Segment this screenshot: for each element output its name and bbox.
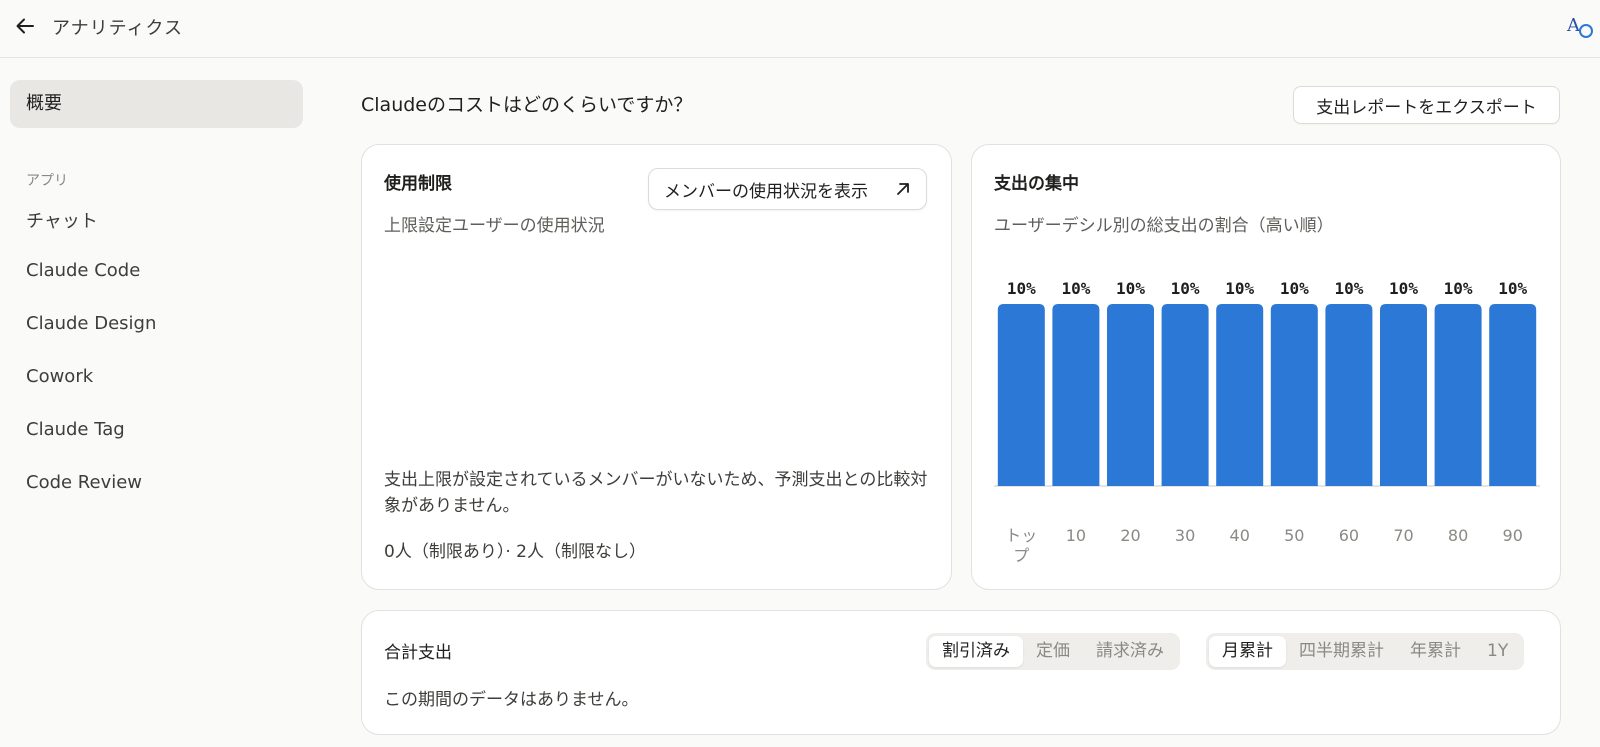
sidebar: 概要 アプリ チャット Claude Code Claude Design Co… xyxy=(0,58,310,747)
sidebar-item-cowork[interactable]: Cowork xyxy=(26,366,93,387)
svg-text:A: A xyxy=(1566,15,1581,36)
section-question: Claudeのコストはどのくらいですか？ xyxy=(361,94,693,116)
chart-bar[interactable] xyxy=(997,304,1045,486)
chart-tick-label: 90 xyxy=(1503,526,1523,545)
chart-tick-label: トップ xyxy=(1005,526,1037,565)
chart-bar[interactable] xyxy=(1161,304,1209,486)
chart-tick-label: 40 xyxy=(1230,526,1250,545)
usage-card-title: 使用制限 xyxy=(384,174,452,194)
view-member-usage-button[interactable]: メンバーの使用状況を表示 xyxy=(648,168,927,210)
total-spend-empty-message: この期間のデータはありません。 xyxy=(384,690,639,710)
period-tab-mtd[interactable]: 月累計 xyxy=(1209,636,1286,667)
chart-tick-label: 70 xyxy=(1393,526,1413,545)
chart-tick-label: 80 xyxy=(1448,526,1468,545)
chart-value-label: 10% xyxy=(1498,279,1527,298)
chart-value-label: 10% xyxy=(1171,279,1200,298)
usage-card-subtitle: 上限設定ユーザーの使用状況 xyxy=(384,216,605,236)
sidebar-item-overview[interactable]: 概要 xyxy=(10,80,303,128)
chart-value-label: 10% xyxy=(1007,279,1036,298)
price-tab-discounted[interactable]: 割引済み xyxy=(929,636,1023,667)
sidebar-item-claude-code[interactable]: Claude Code xyxy=(26,260,140,281)
chart-value-label: 10% xyxy=(1389,279,1418,298)
price-type-toggle: 割引済み 定価 請求済み xyxy=(926,633,1180,670)
period-tab-ytd[interactable]: 年累計 xyxy=(1397,636,1474,667)
chart-bar[interactable] xyxy=(1434,304,1482,486)
chart-value-label: 10% xyxy=(1280,279,1309,298)
chart-bar[interactable] xyxy=(1380,304,1427,486)
top-bar: アナリティクス A xyxy=(0,0,1600,58)
chart-value-label: 10% xyxy=(1444,279,1473,298)
chart-tick-label: 30 xyxy=(1175,526,1195,545)
period-toggle: 月累計 四半期累計 年累計 1Y xyxy=(1206,633,1525,670)
limit-note: 支出上限が設定されているメンバーがいないため、予測支出との比較対象がありません。 xyxy=(384,470,928,516)
chart-tick-label: 20 xyxy=(1120,526,1140,545)
price-tab-list[interactable]: 定価 xyxy=(1023,636,1083,667)
price-tab-billed[interactable]: 請求済み xyxy=(1083,636,1177,667)
chart-tick-label: 10 xyxy=(1066,526,1086,545)
sidebar-item-claude-design[interactable]: Claude Design xyxy=(26,313,156,334)
usage-limit-card: 使用制限 上限設定ユーザーの使用状況 メンバーの使用状況を表示 支出上限が設定さ… xyxy=(361,144,952,590)
chart-tick-label: 50 xyxy=(1284,526,1304,545)
spend-decile-chart: 10% トップ 10% 10 10% 20 10% 30 10% 40 10% 50 10% 60 10% 7… xyxy=(994,279,1540,565)
sidebar-section-label: アプリ xyxy=(26,173,68,189)
sidebar-item-claude-tag[interactable]: Claude Tag xyxy=(26,419,125,440)
chart-value-label: 10% xyxy=(1061,279,1090,298)
period-tab-1y[interactable]: 1Y xyxy=(1474,636,1521,667)
total-spend-card: 合計支出 この期間のデータはありません。 割引済み 定価 請求済み 月累計 四半… xyxy=(361,610,1561,735)
chart-bar[interactable] xyxy=(1216,304,1264,486)
spend-concentration-card: 支出の集中 ユーザーデシル別の総支出の割合（高い順） 10% トップ 10% 10 10… xyxy=(971,144,1561,590)
chart-bar[interactable] xyxy=(1052,304,1100,486)
chart-bar[interactable] xyxy=(1270,304,1318,486)
chart-value-label: 10% xyxy=(1334,279,1363,298)
limit-member-count: 0人（制限あり）· 2人（制限なし） xyxy=(384,542,646,562)
total-spend-title: 合計支出 xyxy=(384,643,452,663)
app-logo-icon[interactable]: A xyxy=(1566,12,1594,40)
chart-tick-label: 60 xyxy=(1339,526,1359,545)
sidebar-item-code-review[interactable]: Code Review xyxy=(26,472,142,493)
view-member-usage-label: メンバーの使用状況を表示 xyxy=(664,181,868,202)
arrow-left-icon[interactable] xyxy=(14,15,36,37)
export-report-button[interactable]: 支出レポートをエクスポート xyxy=(1293,86,1560,124)
chart-bar[interactable] xyxy=(1325,304,1373,486)
page-title: アナリティクス xyxy=(52,18,184,39)
chart-bar[interactable] xyxy=(1489,304,1537,486)
external-link-arrow-icon xyxy=(897,183,909,195)
chart-value-label: 10% xyxy=(1116,279,1145,298)
period-tab-qtd[interactable]: 四半期累計 xyxy=(1286,636,1397,667)
chart-bar[interactable] xyxy=(1107,304,1154,486)
sidebar-item-chat[interactable]: チャット xyxy=(26,207,98,233)
chart-value-label: 10% xyxy=(1225,279,1254,298)
